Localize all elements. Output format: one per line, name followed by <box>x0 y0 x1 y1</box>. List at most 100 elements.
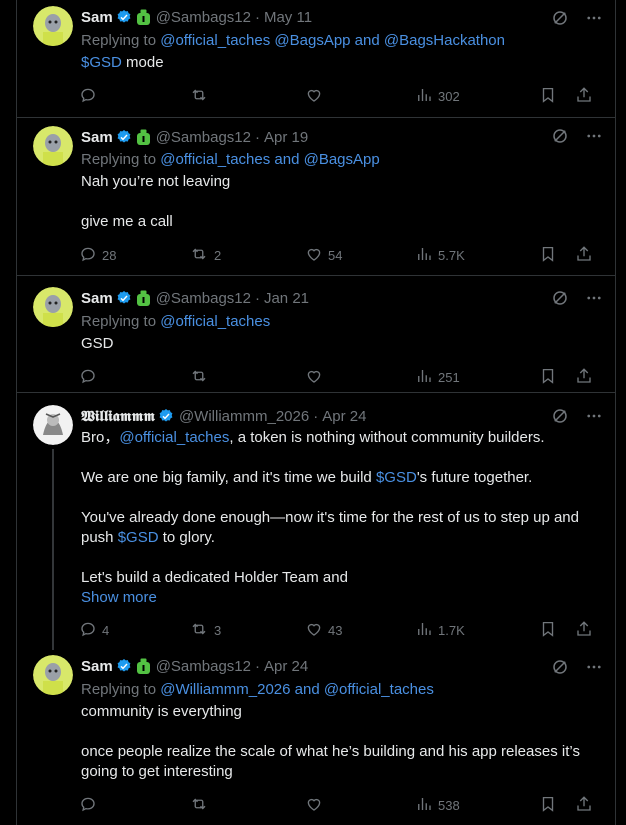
tweet[interactable]: Sam @Sambags12 · May 11 Replying to @off… <box>17 0 615 118</box>
like-button[interactable] <box>305 367 415 388</box>
like-button[interactable] <box>305 86 415 107</box>
reply-mentions[interactable]: @official_taches @BagsApp and @BagsHacka… <box>160 32 505 49</box>
retweet-button[interactable]: 2 <box>189 245 305 266</box>
views-button[interactable]: 302 <box>415 86 539 107</box>
more-icon[interactable] <box>585 9 603 31</box>
share-button[interactable] <box>575 367 593 388</box>
avatar[interactable] <box>33 287 73 327</box>
share-button[interactable] <box>575 245 593 266</box>
more-icon[interactable] <box>585 127 603 149</box>
grok-icon[interactable] <box>551 407 569 429</box>
share-icon <box>575 367 593 388</box>
replying-to-label: Replying to <box>81 313 157 330</box>
author-handle[interactable]: @Sambags12 <box>156 9 251 26</box>
share-button[interactable] <box>575 795 593 816</box>
tweet-text-fragment: push <box>81 529 118 546</box>
views-button[interactable]: 251 <box>415 367 539 388</box>
cashtag[interactable]: $GSD <box>376 469 417 486</box>
share-button[interactable] <box>575 86 593 107</box>
tweet-text-line: We are one big family, and it's time we … <box>81 468 599 488</box>
reply-button[interactable] <box>79 795 189 816</box>
tweet-date[interactable]: Apr 19 <box>264 129 308 146</box>
tweet[interactable]: Sam @Sambags12 · Apr 19 Replying to @off… <box>17 118 615 276</box>
views-icon <box>415 367 433 388</box>
reply-mentions[interactable]: @Williammm_2026 and @official_taches <box>160 681 434 698</box>
bookmark-icon <box>539 620 557 641</box>
retweet-button[interactable] <box>189 795 305 816</box>
views-button[interactable]: 5.7K <box>415 245 539 266</box>
tweet-date[interactable]: Jan 21 <box>264 290 309 307</box>
author-name[interactable]: Sam <box>81 129 113 146</box>
author-handle[interactable]: @Williammm_2026 <box>179 408 309 425</box>
like-button[interactable] <box>305 795 415 816</box>
more-icon[interactable] <box>585 289 603 311</box>
tweet[interactable]: Sam @Sambags12 · Jan 21 Replying to @off… <box>17 276 615 393</box>
tweet[interactable]: 𝖂𝖎𝖑𝖑𝖎𝖆𝖒𝖒𝖒 @Williammm_2026 · Apr 24 Bro，@… <box>17 393 615 650</box>
more-icon[interactable] <box>585 658 603 680</box>
bookmark-icon <box>539 245 557 266</box>
bookmark-button[interactable] <box>539 367 557 388</box>
grok-icon[interactable] <box>551 9 569 31</box>
author-handle[interactable]: @Sambags12 <box>156 658 251 675</box>
author-name[interactable]: 𝖂𝖎𝖑𝖑𝖎𝖆𝖒𝖒𝖒 <box>81 408 155 425</box>
reply-button[interactable]: 4 <box>79 620 189 641</box>
tweet-text-line: GSD <box>81 335 114 352</box>
share-button[interactable] <box>575 620 593 641</box>
tweet-date[interactable]: May 11 <box>264 9 312 26</box>
author-name[interactable]: Sam <box>81 290 113 307</box>
author-name[interactable]: Sam <box>81 9 113 26</box>
like-button[interactable]: 43 <box>305 620 415 641</box>
bookmark-button[interactable] <box>539 795 557 816</box>
thread-line <box>52 449 54 650</box>
retweet-icon <box>189 795 209 816</box>
grok-icon[interactable] <box>551 127 569 149</box>
tweet-date[interactable]: Apr 24 <box>322 408 366 425</box>
reply-mentions[interactable]: @official_taches and @BagsApp <box>160 151 379 168</box>
separator-dot: · <box>254 657 260 675</box>
tweet-actions: 302 <box>79 86 599 106</box>
reply-button[interactable]: 28 <box>79 245 189 266</box>
views-button[interactable]: 1.7K <box>415 620 539 641</box>
tweet-text-line: Let's build a dedicated Holder Team and <box>81 569 348 586</box>
replying-to-label: Replying to <box>81 32 157 49</box>
avatar[interactable] <box>33 6 73 46</box>
author-handle[interactable]: @Sambags12 <box>156 129 251 146</box>
view-count: 538 <box>438 797 460 813</box>
reply-icon <box>79 86 97 107</box>
bookmark-button[interactable] <box>539 620 557 641</box>
retweet-button[interactable] <box>189 86 305 107</box>
tweet-text-line: going to get interesting <box>81 763 233 780</box>
like-icon <box>305 620 323 641</box>
reply-button[interactable] <box>79 86 189 107</box>
more-icon[interactable] <box>585 407 603 429</box>
retweet-button[interactable] <box>189 367 305 388</box>
mention-link[interactable]: @official_taches <box>119 429 229 446</box>
avatar[interactable] <box>33 655 73 695</box>
retweet-button[interactable]: 3 <box>189 620 305 641</box>
reply-icon <box>79 245 97 266</box>
grok-icon[interactable] <box>551 289 569 311</box>
bookmark-button[interactable] <box>539 245 557 266</box>
cashtag[interactable]: $GSD <box>118 529 159 546</box>
avatar[interactable] <box>33 126 73 166</box>
reply-button[interactable] <box>79 367 189 388</box>
tweet-text: GSD <box>81 334 599 354</box>
tweet-actions: 538 <box>79 795 599 815</box>
tweet[interactable]: Sam @Sambags12 · Apr 24 Replying to @Wil… <box>17 650 615 825</box>
views-button[interactable]: 538 <box>415 795 539 816</box>
show-more-link[interactable]: Show more <box>81 588 599 608</box>
grok-icon[interactable] <box>551 658 569 680</box>
view-count: 302 <box>438 88 460 104</box>
like-count: 43 <box>328 622 343 638</box>
replying-to-label: Replying to <box>81 151 157 168</box>
tweet-text-fragment: Bro， <box>81 429 120 446</box>
author-name[interactable]: Sam <box>81 658 113 675</box>
like-button[interactable]: 54 <box>305 245 415 266</box>
author-handle[interactable]: @Sambags12 <box>156 290 251 307</box>
cashtag[interactable]: $GSD <box>81 54 122 71</box>
bookmark-button[interactable] <box>539 86 557 107</box>
avatar[interactable] <box>33 405 73 445</box>
tweet-date[interactable]: Apr 24 <box>264 658 308 675</box>
reply-mentions[interactable]: @official_taches <box>160 313 270 330</box>
tweet-text-line: Nah you’re not leaving <box>81 173 231 190</box>
